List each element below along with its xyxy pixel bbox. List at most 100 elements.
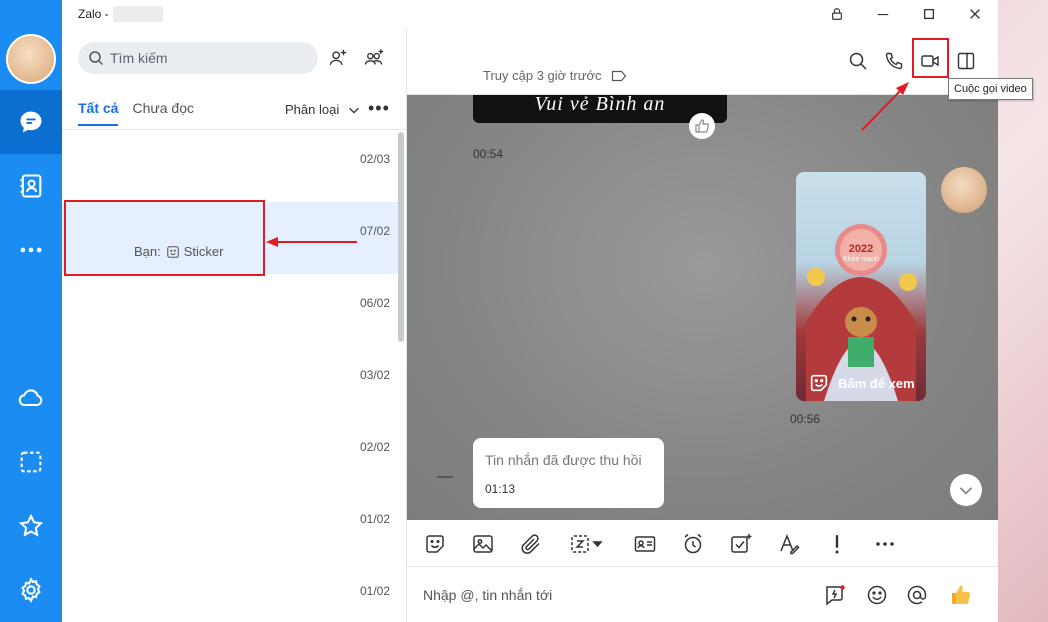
- conversation-time: 01/02: [359, 584, 390, 598]
- sticker-artwork: [806, 224, 917, 401]
- side-panel-icon: [957, 52, 975, 70]
- conversation-scrollbar[interactable]: [398, 132, 404, 342]
- mark-important-button[interactable]: [823, 530, 851, 558]
- more-nav-button[interactable]: [0, 218, 62, 282]
- sticker-sub-text: Khỏe mạnh: [843, 256, 879, 263]
- user-avatar[interactable]: [6, 34, 56, 84]
- redacted-name: [112, 6, 163, 22]
- annotation-box-video-call: [912, 38, 949, 78]
- recalled-message[interactable]: Tin nhắn đã được thu hồi 01:13: [473, 438, 664, 508]
- image-message[interactable]: Vui vẻ Bình an: [473, 95, 727, 123]
- sticker-icon: [810, 374, 828, 392]
- conversation-item[interactable]: 02/03: [62, 130, 399, 202]
- message-time: 00:56: [790, 412, 821, 426]
- send-like-button[interactable]: [947, 581, 975, 609]
- sticker-year-text: 2022: [848, 243, 874, 255]
- quick-message-button[interactable]: [821, 581, 849, 609]
- maximize-icon: [923, 8, 935, 20]
- sender-avatar[interactable]: [941, 167, 987, 213]
- conversation-panel: Tất cả Chưa đọc Phân loại ••• 02/03 07/0…: [62, 28, 407, 622]
- messages-nav-button[interactable]: [0, 90, 62, 154]
- starred-nav-button[interactable]: [0, 494, 62, 558]
- voice-call-button[interactable]: [877, 46, 911, 76]
- conversation-time: 01/02: [359, 512, 390, 526]
- search-icon: [849, 52, 867, 70]
- tab-unread[interactable]: Chưa đọc: [132, 100, 194, 126]
- tab-all[interactable]: Tất cả: [78, 100, 119, 126]
- conversation-item[interactable]: 06/02: [62, 274, 399, 346]
- scroll-to-bottom-button[interactable]: [950, 474, 982, 506]
- screen-capture-icon: [571, 535, 603, 553]
- more-horizontal-icon: [20, 247, 42, 253]
- message-area[interactable]: Vui vẻ Bình an 00:54 2022 Khỏe mạnh Bấm …: [407, 95, 998, 520]
- tag-icon[interactable]: [611, 70, 627, 82]
- close-button[interactable]: [952, 0, 998, 28]
- search-icon: [89, 51, 104, 66]
- maximize-button[interactable]: [906, 0, 952, 28]
- contacts-nav-button[interactable]: [0, 154, 62, 218]
- toggle-info-panel-button[interactable]: [949, 46, 983, 76]
- screenshot-button[interactable]: [565, 530, 609, 558]
- conversation-item[interactable]: 02/02: [62, 418, 399, 490]
- chat-search-button[interactable]: [841, 46, 875, 76]
- assign-task-button[interactable]: [727, 530, 755, 558]
- conversation-time: 03/02: [359, 368, 390, 382]
- lock-button[interactable]: [814, 0, 860, 28]
- annotation-box-conversation: [64, 200, 265, 276]
- search-box[interactable]: [78, 42, 318, 74]
- conversation-tabs: Tất cả Chưa đọc: [78, 100, 208, 126]
- tap-to-view[interactable]: Bấm để xem: [808, 372, 915, 394]
- cloud-nav-button[interactable]: [0, 366, 62, 430]
- reaction-button[interactable]: [689, 113, 715, 139]
- message-time: 01:13: [485, 482, 516, 496]
- exclamation-icon: [835, 535, 839, 554]
- more-options-button[interactable]: •••: [368, 98, 390, 119]
- minimize-icon: [877, 14, 889, 16]
- text-format-icon: [780, 533, 800, 555]
- nav-rail: [0, 0, 62, 622]
- mention-button[interactable]: [903, 581, 931, 609]
- message-time: 00:54: [473, 147, 504, 161]
- phone-icon: [885, 52, 903, 70]
- minimize-button[interactable]: [860, 0, 906, 28]
- send-image-button[interactable]: [469, 530, 497, 558]
- conversation-item[interactable]: 01/02: [62, 490, 399, 562]
- conversation-item[interactable]: 01/02: [62, 562, 399, 622]
- chevron-down-icon: [959, 487, 973, 495]
- paperclip-icon: [521, 534, 540, 554]
- recalled-text: Tin nhắn đã được thu hồi: [485, 452, 642, 468]
- classify-dropdown[interactable]: Phân loại: [285, 102, 361, 117]
- sticker-message[interactable]: 2022 Khỏe mạnh Bấm để xem: [796, 172, 926, 401]
- more-horizontal-icon: [876, 542, 894, 546]
- send-contact-card-button[interactable]: [631, 530, 659, 558]
- attach-file-button[interactable]: [517, 530, 545, 558]
- conversation-item[interactable]: 03/02: [62, 346, 399, 418]
- thumbs-up-icon: [695, 119, 709, 133]
- add-group-icon: [364, 49, 384, 65]
- message-input[interactable]: [423, 583, 803, 607]
- emoji-icon: [867, 585, 887, 605]
- alarm-clock-icon: [684, 533, 702, 554]
- screenshot-nav-button[interactable]: [0, 430, 62, 494]
- image-icon: [473, 535, 493, 553]
- add-friend-button[interactable]: [324, 44, 352, 72]
- message-toolbar: [407, 520, 998, 567]
- conversation-time: 02/03: [359, 152, 390, 166]
- more-actions-button[interactable]: [871, 530, 899, 558]
- star-icon: [18, 513, 44, 537]
- create-group-button[interactable]: [360, 44, 388, 72]
- text-format-button[interactable]: [775, 530, 803, 558]
- message-composer: [407, 567, 998, 622]
- close-icon: [970, 9, 980, 19]
- reminder-button[interactable]: [679, 530, 707, 558]
- emoji-button[interactable]: [863, 581, 891, 609]
- title-bar: Zalo -: [62, 0, 998, 28]
- last-access-text: Truy cập 3 giờ trước: [483, 68, 602, 83]
- search-input[interactable]: [110, 50, 310, 66]
- conversation-time: 07/02: [359, 224, 390, 238]
- gear-icon: [21, 577, 41, 603]
- image-caption: Vui vẻ Bình an: [534, 95, 666, 115]
- sticker-button[interactable]: [421, 530, 449, 558]
- chat-icon: [20, 111, 42, 133]
- settings-nav-button[interactable]: [0, 558, 62, 622]
